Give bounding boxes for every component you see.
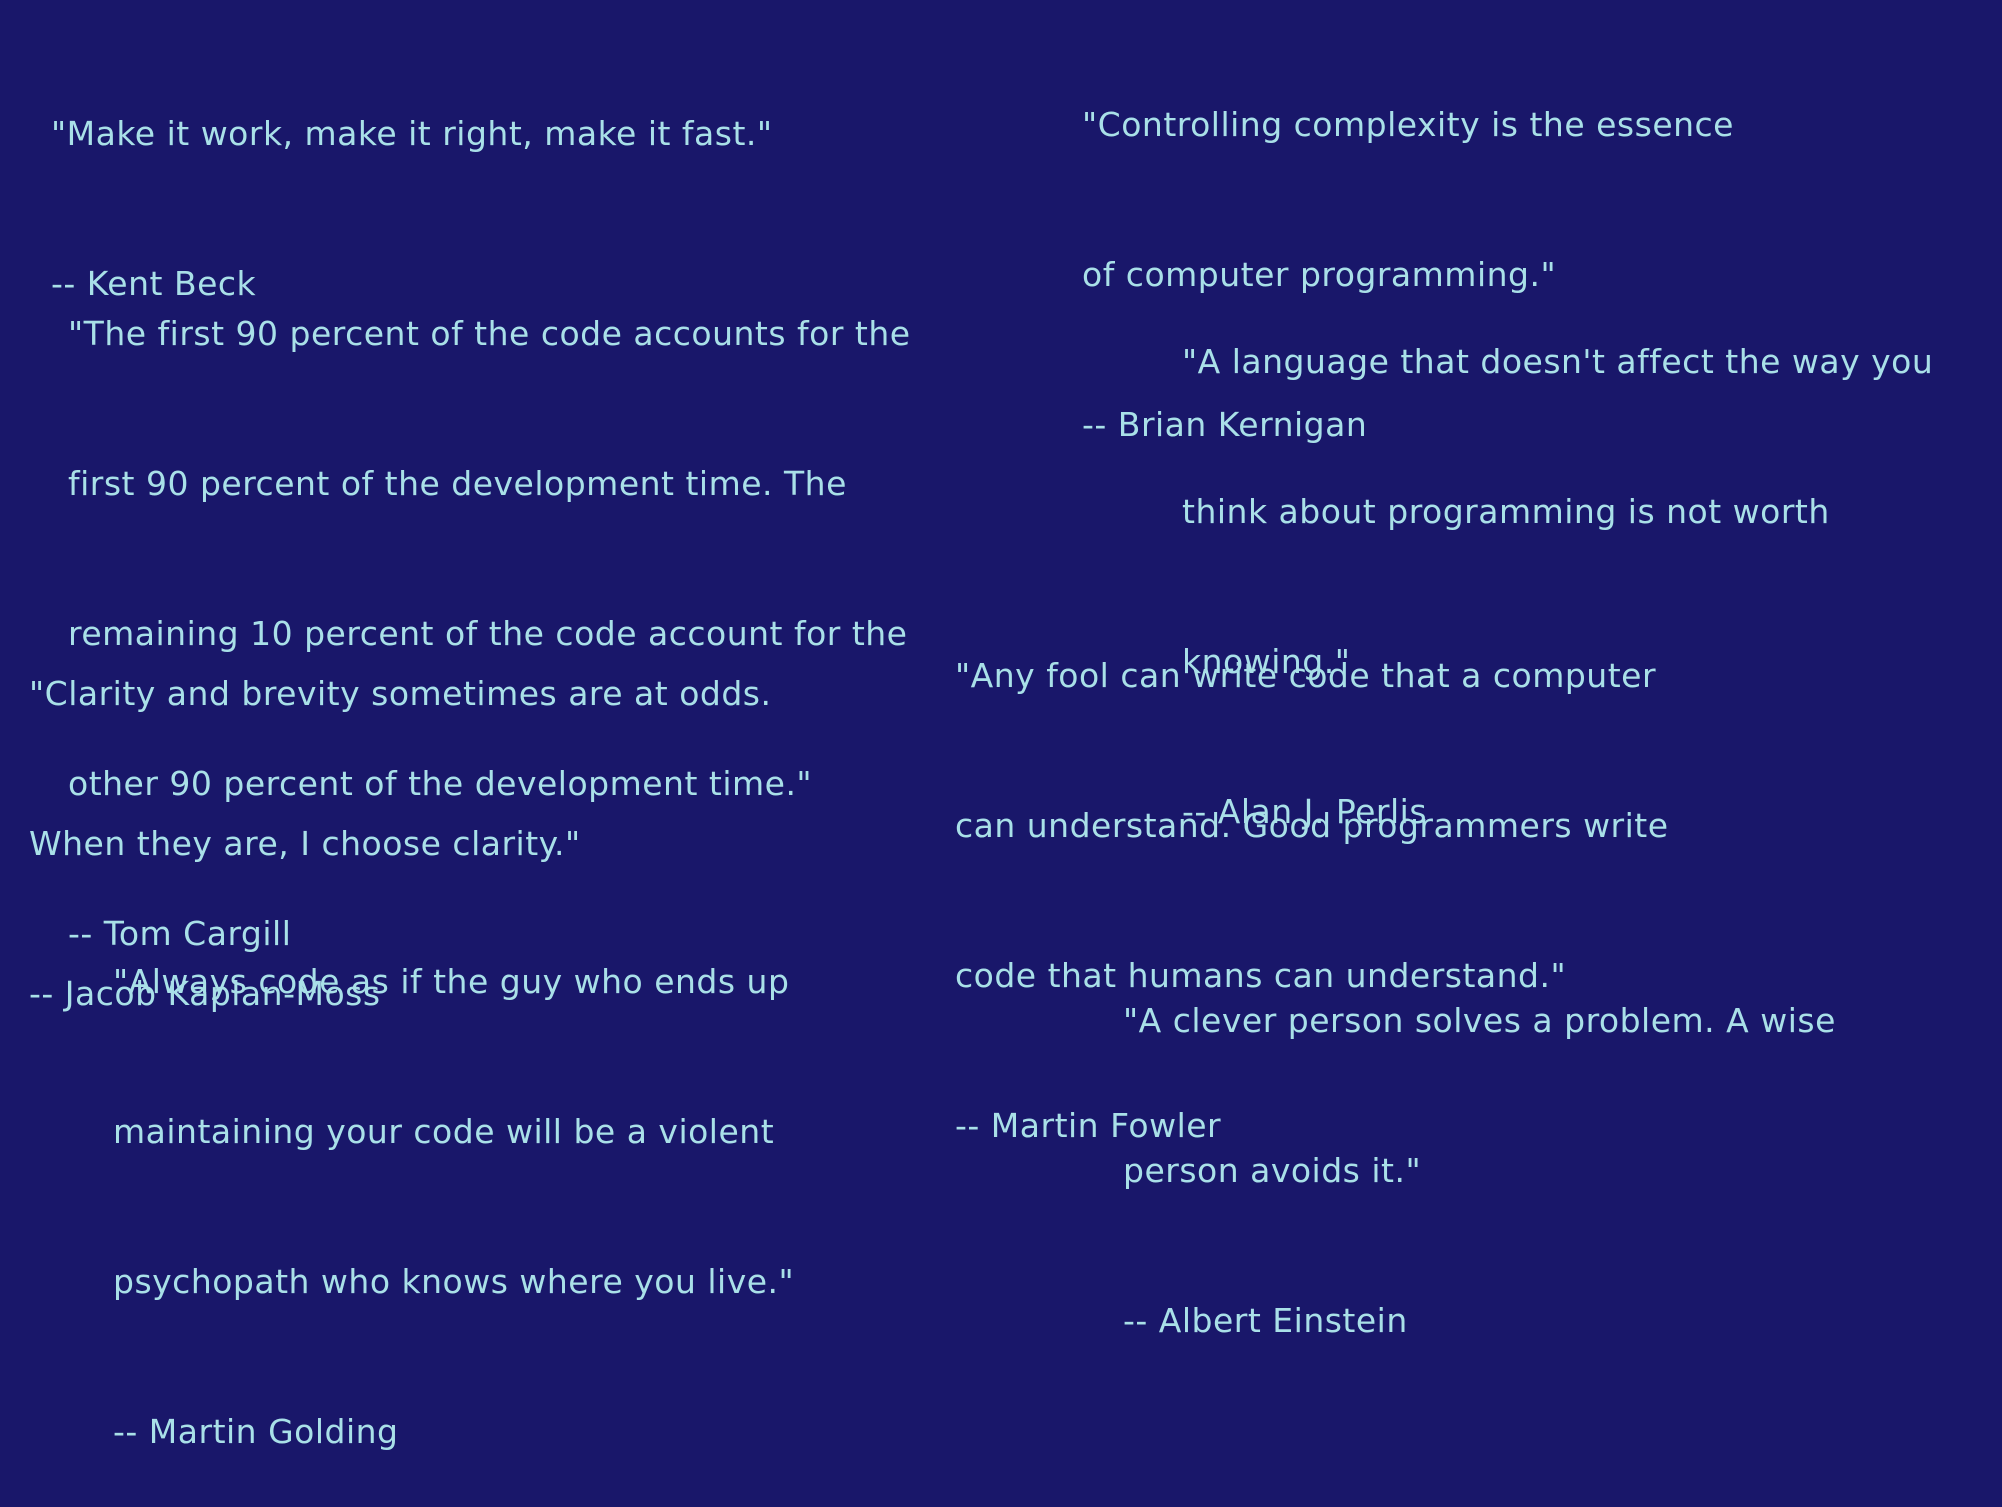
quote-albert-einstein: "A clever person solves a problem. A wis… <box>1123 896 1836 1396</box>
quote-text-line: person avoids it." <box>1123 1151 1422 1190</box>
quote-text-line: "Make it work, make it right, make it fa… <box>51 114 773 153</box>
quote-text-line: first 90 percent of the development time… <box>68 464 847 503</box>
quote-text-line: psychopath who knows where you live." <box>113 1262 795 1301</box>
quote-text-line: maintaining your code will be a violent <box>113 1112 775 1151</box>
quote-text-line: "A language that doesn't affect the way … <box>1182 342 1934 381</box>
quote-martin-golding: "Always code as if the guy who ends up m… <box>113 857 794 1507</box>
quote-text-line: "A clever person solves a problem. A wis… <box>1123 1001 1836 1040</box>
quote-text-line: think about programming is not worth <box>1182 492 1830 531</box>
quote-text-line: "Any fool can write code that a computer <box>955 656 1657 695</box>
quote-text-line: "Always code as if the guy who ends up <box>113 962 790 1001</box>
quote-attribution: -- Martin Golding <box>113 1412 399 1451</box>
quote-text-line: "The first 90 percent of the code accoun… <box>68 314 911 353</box>
quote-text-line: "Clarity and brevity sometimes are at od… <box>29 674 772 713</box>
quote-attribution: -- Albert Einstein <box>1123 1301 1408 1340</box>
quote-text-line: "Controlling complexity is the essence <box>1082 105 1734 144</box>
quote-text-line: can understand. Good programmers write <box>955 806 1669 845</box>
